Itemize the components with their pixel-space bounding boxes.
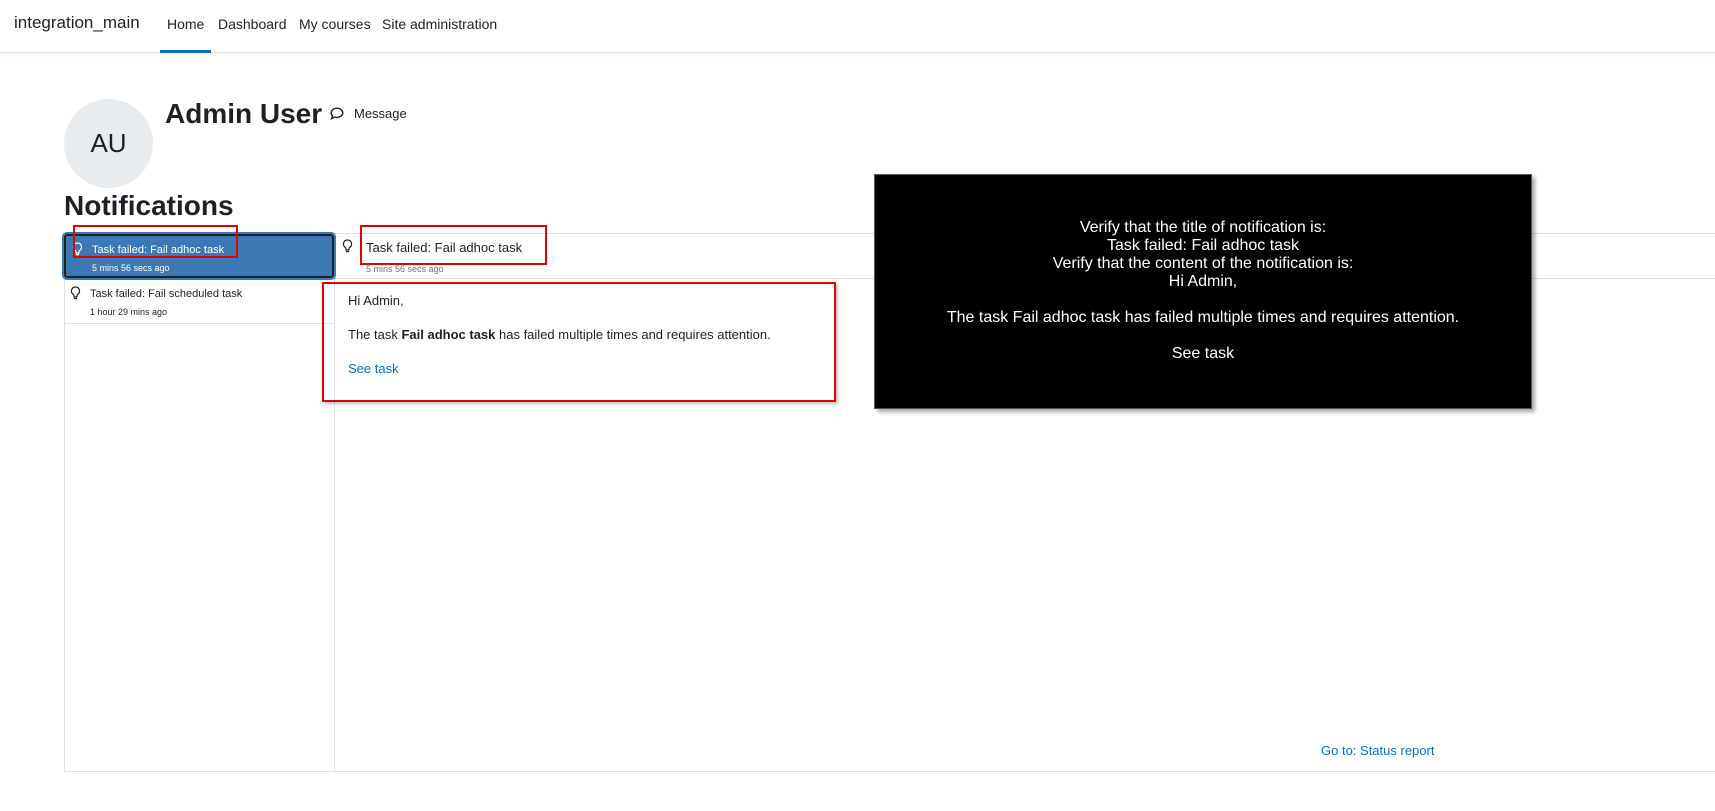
overlay-line: Verify that the title of notification is… — [1079, 219, 1327, 236]
lightbulb-icon — [342, 239, 353, 253]
message-button[interactable]: Message — [330, 106, 407, 121]
body-text: The task Fail adhoc task has failed mult… — [348, 327, 828, 342]
page-title: Notifications — [64, 190, 234, 221]
see-task-link[interactable]: See task — [348, 361, 399, 376]
notification-item-selected[interactable]: Task failed: Fail adhoc task 5 mins 56 s… — [62, 232, 336, 280]
nav-site-administration[interactable]: Site administration — [382, 16, 497, 32]
status-report-link[interactable]: Go to: Status report — [1321, 743, 1434, 758]
overlay-line: See task — [1171, 345, 1235, 362]
overlay-spacer — [875, 291, 1531, 309]
overlay-line: Task failed: Fail adhoc task — [1106, 237, 1300, 254]
task-name: Fail adhoc task — [401, 327, 496, 342]
notification-title: Task failed: Fail adhoc task — [92, 244, 225, 256]
overlay-line: Verify that the content of the notificat… — [1052, 255, 1354, 272]
top-navbar: integration_main Home Dashboard My cours… — [0, 0, 1715, 53]
nav-my-courses[interactable]: My courses — [299, 16, 371, 32]
instruction-overlay: Verify that the title of notification is… — [874, 174, 1532, 409]
notification-time: 5 mins 56 secs ago — [92, 263, 170, 273]
nav-home[interactable]: Home — [159, 16, 212, 53]
lightbulb-icon — [72, 242, 83, 256]
user-name: Admin User — [165, 98, 323, 129]
site-brand[interactable]: integration_main — [14, 13, 140, 33]
overlay-line: The task Fail adhoc task has failed mult… — [946, 309, 1460, 326]
notification-list: Task failed: Fail adhoc task 5 mins 56 s… — [62, 232, 336, 772]
lightbulb-icon — [70, 286, 81, 300]
detail-time: 5 mins 56 secs ago — [366, 264, 444, 274]
overlay-line: Hi Admin, — [1168, 273, 1238, 290]
overlay-spacer — [875, 327, 1531, 345]
avatar: AU — [64, 99, 153, 188]
avatar-initials: AU — [90, 128, 127, 158]
notification-time: 1 hour 29 mins ago — [90, 307, 168, 317]
notification-content: Hi Admin, The task Fail adhoc task has f… — [348, 293, 828, 395]
body-suffix: has failed multiple times and requires a… — [495, 327, 771, 342]
body-prefix: The task — [348, 327, 402, 342]
speech-bubble-icon — [330, 107, 344, 120]
nav-dashboard[interactable]: Dashboard — [218, 16, 287, 32]
message-label: Message — [354, 106, 407, 121]
detail-title: Task failed: Fail adhoc task — [366, 240, 523, 255]
greeting-text: Hi Admin, — [348, 293, 404, 308]
notification-item[interactable]: Task failed: Fail scheduled task 1 hour … — [64, 280, 334, 324]
notification-title: Task failed: Fail scheduled task — [90, 288, 243, 300]
